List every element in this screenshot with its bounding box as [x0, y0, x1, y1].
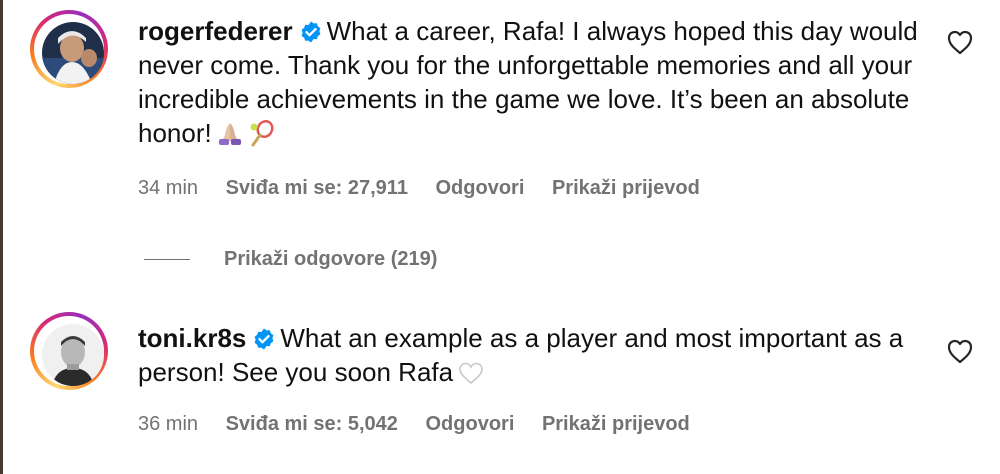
verified-badge-icon — [301, 21, 321, 43]
white-heart-emoji — [457, 360, 485, 394]
verified-badge-icon — [254, 328, 274, 350]
tennis-racket-emoji — [248, 119, 276, 155]
comment-body: toni.kr8s What an example as a player and… — [138, 321, 928, 394]
comment-body: rogerfederer What a career, Rafa! I alway… — [138, 14, 928, 155]
heart-outline-icon — [947, 30, 973, 55]
avatar-story-ring[interactable] — [30, 10, 108, 88]
comment-username[interactable]: toni.kr8s — [138, 323, 246, 353]
heart-outline-icon — [947, 339, 973, 364]
avatar-toni-kr8s[interactable] — [42, 324, 104, 386]
view-replies-label: Prikaži odgovore (219) — [224, 248, 438, 270]
like-comment-button[interactable] — [944, 335, 976, 367]
likes-count[interactable]: Sviđa mi se: 5,042 — [226, 412, 398, 436]
replies-divider — [144, 259, 190, 261]
comment-time[interactable]: 36 min — [138, 412, 198, 436]
comment-meta: 36 min Sviđa mi se: 5,042 Odgovori Prika… — [138, 412, 712, 436]
comment-username[interactable]: rogerfederer — [138, 16, 293, 46]
comment-meta: 34 min Sviđa mi se: 27,911 Odgovori Prik… — [138, 176, 722, 200]
reply-button[interactable]: Odgovori — [425, 412, 514, 436]
view-replies-button[interactable]: Prikaži odgovore (219) — [144, 246, 437, 272]
translate-button[interactable]: Prikaži prijevod — [542, 412, 690, 436]
like-comment-button[interactable] — [944, 26, 976, 58]
reply-button[interactable]: Odgovori — [436, 176, 525, 200]
folded-hands-emoji — [216, 119, 244, 155]
avatar-rogerfederer[interactable] — [42, 22, 104, 84]
panel-edge — [0, 0, 3, 474]
comment-time[interactable]: 34 min — [138, 176, 198, 200]
likes-count[interactable]: Sviđa mi se: 27,911 — [226, 176, 408, 200]
comments-panel: rogerfederer What a career, Rafa! I alway… — [0, 0, 1000, 474]
translate-button[interactable]: Prikaži prijevod — [552, 176, 700, 200]
avatar-story-ring[interactable] — [30, 312, 108, 390]
